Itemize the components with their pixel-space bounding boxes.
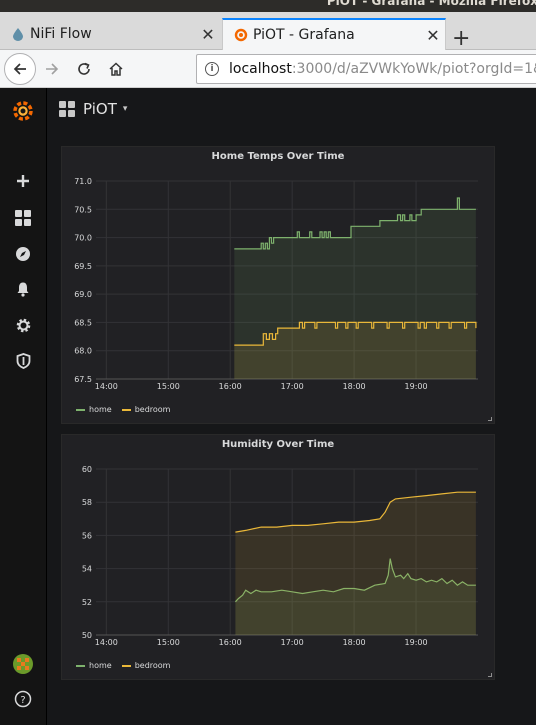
user-avatar-icon[interactable] (12, 653, 34, 675)
x-tick-label: 16:00 (219, 382, 242, 391)
window-title: PiOT - Grafana - Mozilla Firefox (326, 0, 536, 8)
back-arrow-icon (13, 63, 26, 75)
home-button[interactable] (104, 57, 128, 81)
y-tick-label: 71.0 (74, 177, 92, 186)
chevron-down-icon: ▾ (122, 104, 128, 114)
legend-swatch (76, 408, 85, 411)
close-tab-icon[interactable]: ✕ (196, 25, 220, 44)
y-tick-label: 50 (82, 631, 92, 640)
site-info-icon[interactable]: i (205, 62, 219, 76)
x-tick-label: 15:00 (157, 382, 180, 391)
tab-label: NiFi Flow (30, 26, 92, 42)
x-tick-label: 19:00 (405, 638, 428, 647)
legend-label: home (89, 661, 112, 670)
close-tab-icon[interactable]: ✕ (421, 26, 445, 45)
configuration-gear-icon[interactable] (12, 314, 34, 336)
os-window-title-bar: PiOT - Grafana - Mozilla Firefox (0, 0, 536, 12)
legend-swatch (121, 664, 131, 667)
url-text[interactable]: localhost:3000/d/aZVWkYoWk/piot?orgId=1& (229, 61, 536, 77)
browser-tab-strip: NiFi Flow ✕ PiOT - Grafana ✕ + (0, 12, 536, 51)
reload-icon (78, 62, 90, 75)
series-fill-bedroom (235, 492, 476, 635)
forward-arrow-icon (46, 63, 59, 75)
dashboard-grid-icon (59, 101, 75, 117)
x-tick-label: 14:00 (95, 638, 118, 647)
legend-swatch (121, 408, 131, 411)
x-tick-label: 16:00 (219, 638, 242, 647)
dashboard-picker[interactable]: PiOT ▾ (59, 100, 127, 118)
y-tick-label: 68.0 (74, 347, 92, 356)
y-tick-label: 54 (82, 565, 92, 574)
alerting-bell-icon[interactable] (12, 278, 34, 300)
help-icon[interactable]: ? (12, 688, 34, 710)
y-tick-label: 70.0 (74, 234, 92, 243)
server-admin-shield-icon[interactable] (12, 350, 34, 372)
grafana-side-menu: ? (0, 88, 47, 725)
chart-legend: home bedroom (76, 661, 180, 670)
x-tick-label: 17:00 (281, 638, 304, 647)
grafana-icon (233, 27, 249, 43)
y-tick-label: 52 (82, 598, 92, 607)
home-icon (109, 62, 123, 76)
y-tick-label: 68.5 (74, 318, 92, 327)
panel-humidity[interactable]: Humidity Over Time 50 52 54 56 58 60 14:00 15:0… (61, 434, 495, 680)
plus-icon[interactable] (12, 170, 34, 192)
chart-legend: home bedroom (76, 405, 180, 414)
x-tick-label: 15:00 (157, 638, 180, 647)
legend-item-bedroom[interactable]: bedroom (121, 405, 171, 414)
legend-label: bedroom (134, 661, 171, 670)
svg-text:?: ? (20, 695, 25, 706)
dashboard-title: PiOT (83, 100, 117, 118)
nifi-drop-icon (10, 26, 26, 42)
tab-nifi-flow[interactable]: NiFi Flow ✕ (0, 18, 220, 50)
tab-piot-grafana[interactable]: PiOT - Grafana ✕ (222, 18, 446, 50)
tab-label: PiOT - Grafana (253, 27, 355, 43)
chart-home-temps: 67.5 68.0 68.5 69.0 69.5 70.0 70.5 71.0 14:00 15:… (74, 177, 478, 391)
back-button[interactable] (4, 53, 36, 85)
x-tick-label: 18:00 (343, 638, 366, 647)
dashboard-main: PiOT ▾ Home Temps Over Time 67.5 68.0 68.5… (47, 88, 536, 725)
legend-item-bedroom[interactable]: bedroom (121, 661, 171, 670)
dashboards-icon[interactable] (12, 207, 34, 229)
x-tick-label: 19:00 (405, 382, 428, 391)
x-tick-label: 18:00 (343, 382, 366, 391)
y-tick-label: 58 (82, 498, 92, 507)
y-tick-label: 70.5 (74, 205, 92, 214)
legend-label: bedroom (134, 405, 171, 414)
y-tick-label: 69.0 (74, 290, 92, 299)
url-bar[interactable]: i localhost:3000/d/aZVWkYoWk/piot?orgId=… (196, 54, 536, 84)
y-tick-label: 56 (82, 531, 92, 540)
panel-resize-handle[interactable] (488, 417, 492, 421)
chart-humidity: 50 52 54 56 58 60 14:00 15:00 16:00 17:00 18:00 19:… (82, 465, 478, 647)
panel-resize-handle[interactable] (488, 673, 492, 677)
panel-home-temps[interactable]: Home Temps Over Time 67.5 68.0 68.5 69.0 69.… (61, 146, 495, 424)
legend-swatch (76, 664, 85, 667)
y-tick-label: 67.5 (74, 375, 92, 384)
legend-label: home (89, 405, 112, 414)
x-tick-label: 17:00 (281, 382, 304, 391)
y-tick-label: 60 (82, 465, 92, 474)
explore-compass-icon[interactable] (12, 243, 34, 265)
browser-navigation-bar: i localhost:3000/d/aZVWkYoWk/piot?orgId=… (0, 50, 536, 88)
y-tick-label: 69.5 (74, 262, 92, 271)
reload-button[interactable] (72, 57, 96, 81)
legend-item-home[interactable]: home (76, 661, 112, 670)
legend-item-home[interactable]: home (76, 405, 112, 414)
grafana-logo-icon[interactable] (10, 98, 36, 124)
forward-button[interactable] (40, 57, 64, 81)
new-tab-plus-icon[interactable]: + (452, 26, 470, 51)
x-tick-label: 14:00 (95, 382, 118, 391)
